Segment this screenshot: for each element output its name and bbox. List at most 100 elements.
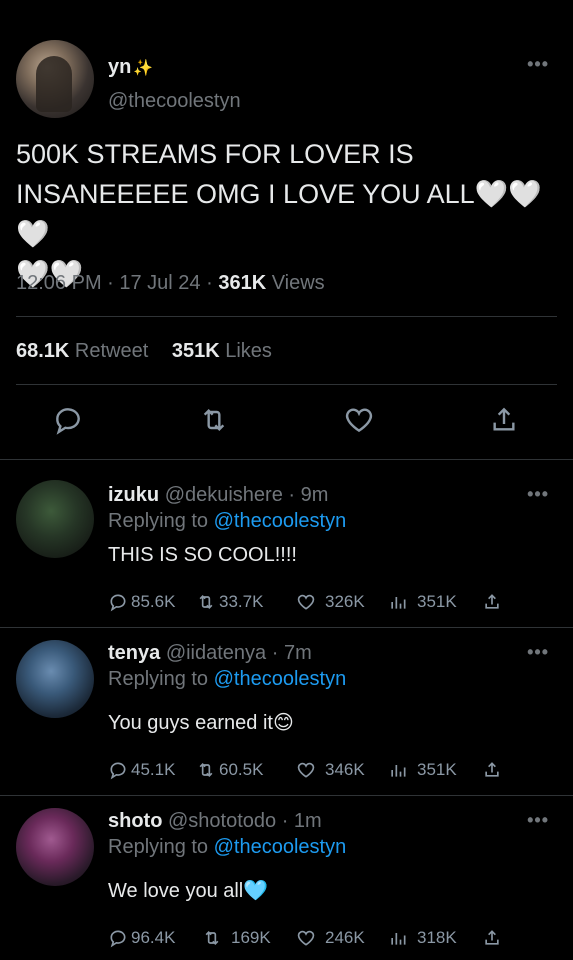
replying-to-label: Replying to: [108, 668, 214, 690]
replying-to-handle[interactable]: @thecoolestyn: [214, 510, 347, 532]
more-options-icon[interactable]: •••: [527, 484, 549, 505]
likes-stat[interactable]: 351K Likes: [172, 340, 272, 362]
replying-to: Replying to @thecoolestyn: [108, 510, 346, 533]
author-handle[interactable]: @thecoolestyn: [108, 90, 241, 113]
reply-text-words: We love you all: [108, 880, 244, 902]
tweet-actions: [0, 404, 573, 444]
tweet-text-line-2: INSANEEEEE OMG I LOVE YOU ALL🤍🤍🤍: [16, 174, 561, 254]
retweet-icon: [205, 930, 219, 946]
reply-author-handle[interactable]: @shototodo: [168, 810, 276, 832]
reply-header: tenya @iidatenya · 7m: [108, 642, 312, 665]
likes-count: 351K: [171, 340, 220, 362]
share-icon: [485, 930, 499, 945]
divider: [16, 316, 557, 317]
reply-share[interactable]: [482, 590, 502, 614]
share-icon[interactable]: [488, 404, 520, 436]
reply-text: THIS IS SO COOL!!!!: [108, 544, 297, 566]
replying-to-label: Replying to: [108, 836, 214, 858]
views-count: 361K: [218, 272, 267, 294]
reply-comments[interactable]: 96.4K: [108, 926, 175, 950]
reply-comments[interactable]: 45.1K: [108, 758, 175, 782]
tweet-timestamp[interactable]: 12:06 PM · 17 Jul 24 ·: [16, 272, 218, 294]
like-icon: [297, 594, 315, 610]
replying-to: Replying to @thecoolestyn: [108, 836, 346, 859]
reply-text: You guys earned it😊: [108, 710, 294, 735]
tweet-meta: 12:06 PM · 17 Jul 24 · 361K Views: [16, 272, 325, 295]
reply-tweet[interactable]: shoto @shototodo · 1m ••• Replying to @t…: [0, 796, 573, 960]
reply-time: · 7m: [266, 642, 312, 664]
reply-icon: [110, 762, 126, 780]
smiling-face-emoji: 😊: [272, 712, 294, 734]
reply-likes[interactable]: 346K: [296, 758, 365, 782]
reply-author-name[interactable]: shoto: [108, 810, 162, 832]
author-avatar[interactable]: [16, 40, 94, 118]
replying-to-label: Replying to: [108, 510, 214, 532]
likes-count: 246K: [325, 928, 365, 947]
reply-icon: [110, 930, 126, 948]
more-options-icon[interactable]: •••: [527, 54, 549, 75]
reply-time: · 9m: [282, 484, 329, 506]
replying-to: Replying to @thecoolestyn: [108, 668, 346, 691]
reply-views[interactable]: 318K: [388, 926, 457, 950]
reply-tweet[interactable]: tenya @iidatenya · 7m ••• Replying to @t…: [0, 628, 573, 796]
views-label: Views: [266, 272, 325, 294]
replying-to-handle[interactable]: @thecoolestyn: [214, 836, 347, 858]
comments-count: 45.1K: [131, 760, 176, 779]
reply-comments[interactable]: 85.6K: [108, 590, 175, 614]
tweet-text-line-2-words: INSANEEEEE OMG I LOVE YOU ALL: [16, 179, 475, 209]
reply-author-handle[interactable]: @dekuishere: [165, 484, 283, 506]
tweet-text-line-1: 500K STREAMS FOR LOVER IS: [16, 139, 414, 169]
likes-count: 326K: [325, 592, 365, 611]
reply-retweets[interactable]: 169K: [202, 926, 271, 950]
retweets-count: 33.7K: [219, 592, 264, 611]
more-options-icon[interactable]: •••: [527, 810, 549, 831]
retweets-count: 68.1K: [16, 340, 70, 362]
reply-avatar[interactable]: [16, 808, 94, 886]
views-icon: [391, 597, 406, 609]
more-options-icon[interactable]: •••: [527, 642, 549, 663]
share-icon: [485, 762, 499, 777]
views-count: 318K: [417, 928, 457, 947]
reply-stats: 96.4K 169K 246K 318K: [108, 926, 528, 950]
reply-share[interactable]: [482, 758, 502, 782]
author-name-text: yn: [108, 56, 132, 78]
reply-retweets[interactable]: 33.7K: [196, 590, 263, 614]
retweet-icon[interactable]: [198, 404, 230, 436]
likes-label: Likes: [219, 340, 272, 362]
like-icon[interactable]: [343, 404, 375, 436]
reply-text-words: You guys earned it: [108, 712, 273, 734]
retweets-stat[interactable]: 68.1K Retweet: [16, 340, 148, 362]
retweet-icon: [199, 594, 213, 610]
reply-share[interactable]: [482, 926, 502, 950]
share-icon: [485, 594, 499, 609]
tweet-text: 500K STREAMS FOR LOVER IS INSANEEEEE OMG…: [16, 134, 561, 294]
likes-count: 346K: [325, 760, 365, 779]
reply-tweet[interactable]: izuku @dekuishere · 9m ••• Replying to @…: [0, 460, 573, 628]
reply-avatar[interactable]: [16, 640, 94, 718]
reply-avatar[interactable]: [16, 480, 94, 558]
reply-header: shoto @shototodo · 1m: [108, 810, 322, 833]
reply-likes[interactable]: 326K: [296, 590, 365, 614]
reply-icon: [110, 594, 126, 612]
comments-count: 96.4K: [131, 928, 176, 947]
reply-time: · 1m: [276, 810, 322, 832]
reply-stats: 85.6K 33.7K 326K 351K: [108, 590, 528, 614]
retweets-count: 60.5K: [219, 760, 264, 779]
reply-author-name[interactable]: izuku: [108, 484, 159, 506]
reply-author-name[interactable]: tenya: [108, 642, 160, 664]
views-count: 351K: [417, 592, 457, 611]
reply-author-handle[interactable]: @iidatenya: [166, 642, 266, 664]
views-count: 351K: [417, 760, 457, 779]
reply-retweets[interactable]: 60.5K: [196, 758, 263, 782]
comments-count: 85.6K: [131, 592, 176, 611]
reply-likes[interactable]: 246K: [296, 926, 365, 950]
replying-to-handle[interactable]: @thecoolestyn: [214, 668, 347, 690]
like-icon: [297, 762, 315, 778]
reply-icon[interactable]: [52, 404, 84, 436]
author-name[interactable]: yn ✨: [108, 56, 153, 79]
reply-stats: 45.1K 60.5K 346K 351K: [108, 758, 528, 782]
reply-views[interactable]: 351K: [388, 758, 457, 782]
retweets-label: Retweet: [69, 340, 149, 362]
engagement-counts: 68.1K Retweet 351K Likes: [16, 340, 272, 363]
reply-views[interactable]: 351K: [388, 590, 457, 614]
